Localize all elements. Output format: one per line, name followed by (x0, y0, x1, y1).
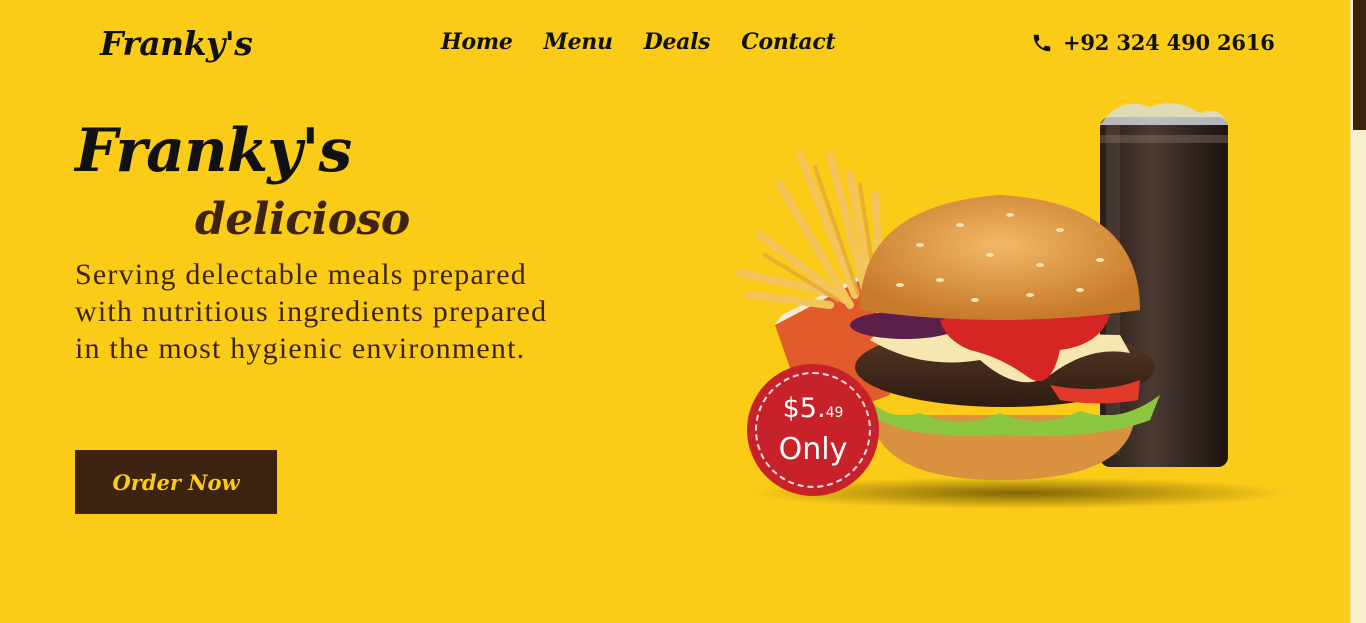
order-now-button[interactable]: Order Now (75, 450, 277, 514)
page: Franky's Home Menu Deals Contact +92 324… (0, 0, 1350, 623)
price-dollars: $5. (782, 393, 826, 424)
phone-contact[interactable]: +92 324 490 2616 (1031, 30, 1275, 55)
logo[interactable]: Franky's (100, 24, 253, 63)
nav-item-home[interactable]: Home (441, 29, 513, 55)
price-suffix: Only (778, 432, 848, 467)
nav-item-contact[interactable]: Contact (741, 29, 835, 55)
hero-title: Franky's (75, 116, 352, 186)
price-badge: $5.49 Only (747, 364, 879, 496)
nav-item-menu[interactable]: Menu (544, 29, 613, 55)
main-nav: Home Menu Deals Contact (441, 29, 836, 55)
phone-number: +92 324 490 2616 (1063, 30, 1275, 55)
scrollbar[interactable] (1350, 0, 1366, 623)
scrollbar-thumb[interactable] (1353, 0, 1366, 130)
hero-description: Serving delectable meals prepared with n… (75, 258, 548, 365)
price-amount: $5.49 (783, 394, 844, 428)
phone-icon (1033, 34, 1051, 51)
nav-item-deals[interactable]: Deals (644, 29, 711, 55)
price-cents: 49 (825, 405, 844, 421)
hero-subtitle: delicioso (195, 194, 410, 245)
